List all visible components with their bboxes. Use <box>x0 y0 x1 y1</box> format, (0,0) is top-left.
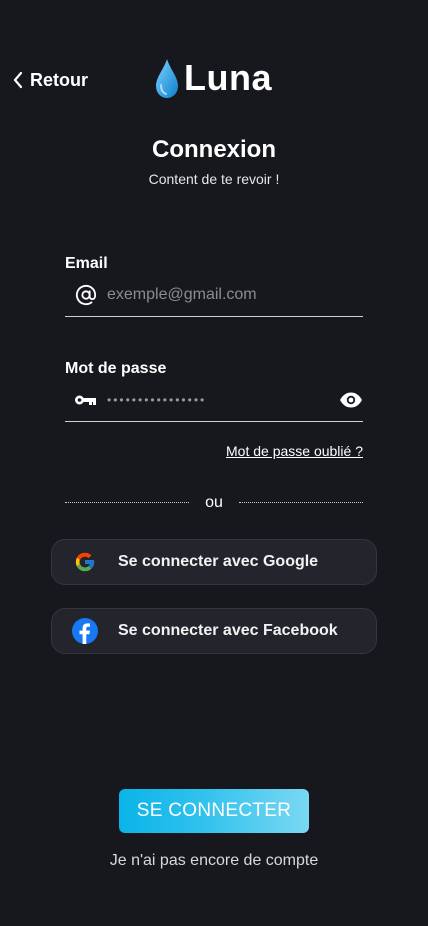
facebook-login-label: Se connecter avec Facebook <box>118 622 338 639</box>
page-subtitle: Content de te revoir ! <box>148 171 280 187</box>
google-login-button[interactable]: Se connecter avec Google <box>51 539 377 585</box>
brand-name: Luna <box>184 57 272 98</box>
signup-link[interactable]: Je n'ai pas encore de compte <box>0 852 428 870</box>
at-icon <box>65 284 107 306</box>
password-label: Mot de passe <box>65 360 167 377</box>
google-login-label: Se connecter avec Google <box>118 553 319 570</box>
key-icon <box>65 393 107 407</box>
forgot-password-link[interactable]: Mot de passe oublié ? <box>226 443 363 459</box>
facebook-login-button[interactable]: Se connecter avec Facebook <box>51 608 377 654</box>
back-label: Retour <box>30 69 88 90</box>
eye-icon[interactable] <box>331 392 363 408</box>
email-input[interactable]: exemple@gmail.com <box>107 286 363 304</box>
back-button[interactable]: Retour <box>12 66 88 94</box>
or-separator: ou <box>65 494 363 512</box>
login-button[interactable]: SE CONNECTER <box>119 789 309 833</box>
password-field[interactable]: •••••••••••••••• <box>65 379 363 422</box>
page-title: Connexion <box>152 136 276 163</box>
password-input[interactable]: •••••••••••••••• <box>107 393 331 407</box>
brand-logo: Luna <box>154 56 272 100</box>
separator-line-right <box>239 502 363 503</box>
google-icon <box>52 551 118 573</box>
separator-label: ou <box>205 494 223 511</box>
email-field[interactable]: exemple@gmail.com <box>65 274 363 317</box>
email-label: Email <box>65 255 108 272</box>
water-drop-icon <box>156 59 178 98</box>
facebook-icon <box>52 618 118 644</box>
chevron-left-icon <box>13 71 23 89</box>
